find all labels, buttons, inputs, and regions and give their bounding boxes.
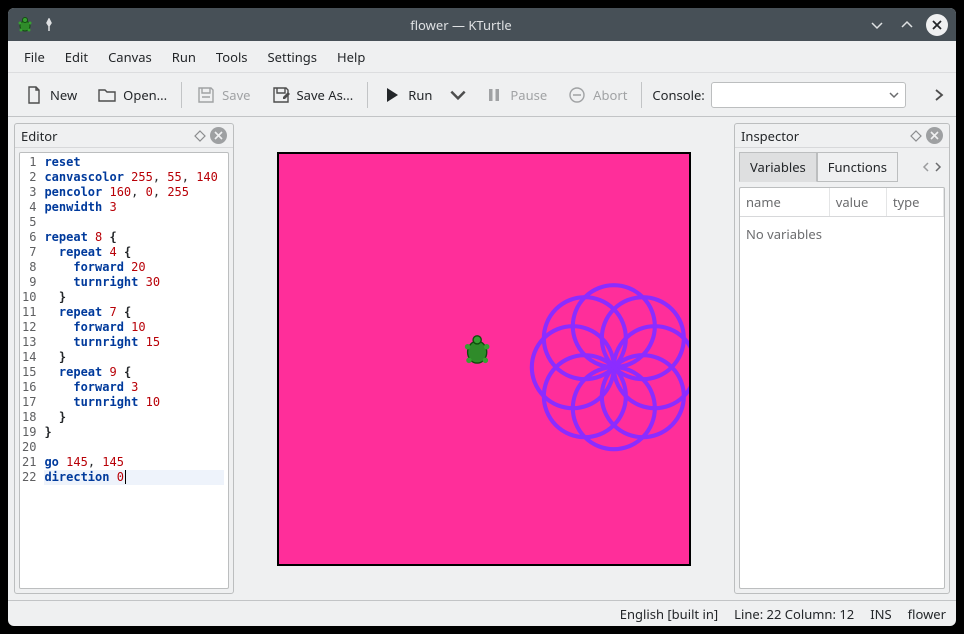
close-button[interactable] — [926, 14, 948, 36]
status-filename: flower — [908, 605, 946, 623]
menu-edit[interactable]: Edit — [55, 42, 98, 72]
status-language: English [built in] — [620, 605, 718, 623]
save-icon — [196, 85, 216, 105]
code-editor[interactable]: 12345678910111213141516171819202122 rese… — [19, 152, 229, 589]
panel-float-icon[interactable] — [194, 130, 206, 142]
app-icon — [16, 16, 34, 34]
menu-run[interactable]: Run — [162, 42, 206, 72]
editor-title: Editor — [21, 127, 58, 145]
toolbar-overflow-button[interactable] — [928, 88, 950, 102]
statusbar: English [built in] Line: 22 Column: 12 I… — [8, 600, 956, 626]
pin-icon[interactable] — [42, 18, 56, 32]
status-insert-mode: INS — [870, 605, 891, 623]
status-position: Line: 22 Column: 12 — [734, 605, 854, 623]
canvas-area — [240, 123, 728, 594]
panel-float-icon[interactable] — [910, 130, 922, 142]
no-variables-text: No variables — [740, 217, 944, 251]
console-input-wrapper — [711, 82, 906, 108]
chevron-down-icon — [448, 85, 468, 105]
menu-settings[interactable]: Settings — [258, 42, 327, 72]
open-button[interactable]: Open... — [89, 80, 175, 110]
minimize-button[interactable] — [866, 14, 888, 36]
run-dropdown[interactable] — [444, 80, 472, 110]
abort-icon — [567, 85, 587, 105]
chevron-down-icon[interactable] — [888, 89, 900, 101]
save-as-button[interactable]: Save As... — [263, 80, 362, 110]
editor-panel: Editor 123456789101112131415161718192021… — [14, 123, 234, 594]
menubar: FileEditCanvasRunToolsSettingsHelp — [8, 41, 956, 73]
save-as-icon — [271, 85, 291, 105]
tab-variables[interactable]: Variables — [739, 152, 817, 182]
column-name[interactable]: name — [740, 188, 830, 216]
app-window: flower — KTurtle FileEditCanvasRunToolsS… — [8, 8, 956, 626]
titlebar: flower — KTurtle — [8, 8, 956, 41]
variables-table: namevaluetype No variables — [739, 187, 945, 589]
abort-button: Abort — [559, 80, 635, 110]
inspector-panel: Inspector VariablesFunctions namevaluety… — [734, 123, 950, 594]
tab-next-icon[interactable] — [933, 162, 943, 172]
maximize-button[interactable] — [896, 14, 918, 36]
pause-icon — [484, 85, 504, 105]
turtle-canvas[interactable] — [277, 152, 691, 566]
toolbar: New Open... Save Save As... Run Pause — [8, 73, 956, 117]
play-icon — [382, 85, 402, 105]
menu-help[interactable]: Help — [327, 42, 375, 72]
pause-button: Pause — [476, 80, 555, 110]
panel-close-icon[interactable] — [210, 127, 227, 144]
column-type[interactable]: type — [887, 188, 944, 216]
turtle-sprite — [465, 335, 490, 362]
tab-prev-icon[interactable] — [921, 162, 931, 172]
menu-tools[interactable]: Tools — [206, 42, 258, 72]
main-body: Editor 123456789101112131415161718192021… — [8, 117, 956, 600]
run-button[interactable]: Run — [374, 80, 440, 110]
console-label: Console: — [646, 86, 710, 104]
column-value[interactable]: value — [830, 188, 887, 216]
panel-close-icon[interactable] — [926, 127, 943, 144]
menu-canvas[interactable]: Canvas — [98, 42, 162, 72]
save-button: Save — [188, 80, 258, 110]
inspector-tabs: VariablesFunctions — [739, 152, 945, 181]
menu-file[interactable]: File — [14, 42, 55, 72]
folder-open-icon — [97, 85, 117, 105]
new-file-icon — [24, 85, 44, 105]
console-input[interactable] — [711, 82, 906, 108]
new-button[interactable]: New — [16, 80, 85, 110]
window-title: flower — KTurtle — [64, 16, 858, 34]
inspector-title: Inspector — [741, 127, 799, 145]
tab-functions[interactable]: Functions — [817, 152, 898, 182]
